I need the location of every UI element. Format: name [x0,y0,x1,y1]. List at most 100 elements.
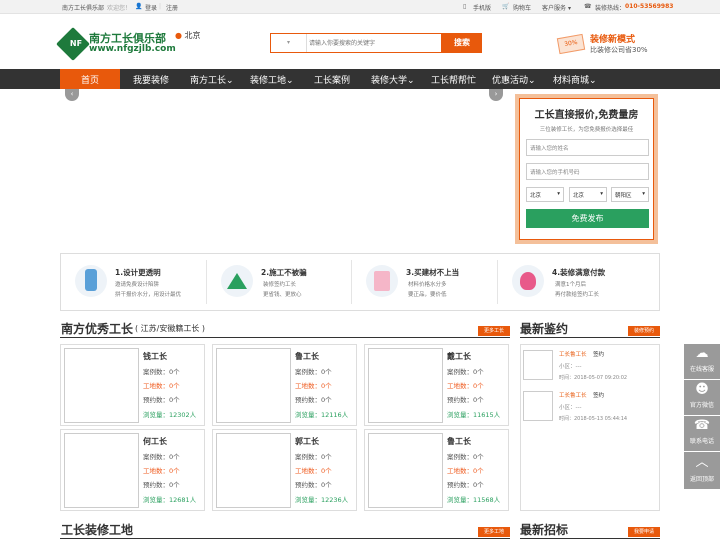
more-sites-button[interactable]: 更多工地 [478,527,510,537]
design-icon [75,265,107,297]
nav-item-promotions[interactable]: 优惠活动⌄ [492,73,536,86]
chevron-down-icon: ⌄ [226,76,234,86]
location-pin-icon: ● [175,31,182,40]
main-nav: 首页 我要装修 南方工长⌄ 装修工地⌄ 工长案例 装修大学⌄ 工长帮帮忙 优惠活… [0,69,720,89]
online-service-tool[interactable]: ☁ 在线客服 [684,344,720,379]
register-link[interactable]: 注册 [166,3,178,12]
site-count: 工地数：0个 [295,467,332,475]
foremen-section-title: 南方优秀工长 [61,322,134,336]
nav-item-cases[interactable]: 工长案例 [314,73,350,86]
chat-icon: ☁ [695,346,709,361]
booking-count: 预约数：0个 [143,481,180,489]
feature-line: 装修签约工长 [263,282,297,288]
submit-quote-button[interactable]: 免费发布 [526,209,649,228]
appraisal-time: 时间：2018-05-07 09:20:02 [559,375,628,381]
foreman-photo [64,348,139,423]
divider [497,260,498,304]
appraisal-photo [523,350,553,380]
back-to-top-tool[interactable]: ︿ 返回顶部 [684,452,720,489]
case-count: 案例数：0个 [447,453,484,461]
site-count: 工地数：0个 [447,467,484,475]
telephone-icon: ☎ [693,418,711,433]
foreman-card[interactable]: 戴工长 案例数：0个 工地数：0个 预约数：0个 浏览量：11615人 [364,344,509,426]
divider [351,260,352,304]
recruit-section-title: 最新招标 [520,523,569,537]
search-category-dropdown[interactable]: ▾ [271,34,307,52]
booking-count: 预约数：0个 [447,396,484,404]
nav-item-home[interactable]: 首页 [81,73,99,86]
view-count: 浏览量：12116人 [295,411,349,419]
appraisal-area: 小区：--- [559,364,582,370]
name-input[interactable]: 请输入您的姓名 [526,139,649,156]
hotline-icon: ☎ [584,3,592,10]
case-count: 案例数：0个 [447,368,484,376]
chevron-down-icon: ⌄ [286,76,294,86]
foreman-card[interactable]: 钱工长 案例数：0个 工地数：0个 预约数：0个 浏览量：12302人 [60,344,205,426]
nav-item-renovate[interactable]: 我要装修 [133,73,169,86]
site-name-link[interactable]: 南方工长俱乐部 [62,3,104,12]
foreman-photo [368,433,443,508]
phone-tool[interactable]: ☎ 联系电话 [684,416,720,451]
mobile-link[interactable]: 手机版 [473,3,491,12]
foreman-photo [64,433,139,508]
nav-item-sites[interactable]: 装修工地⌄ [250,73,294,86]
nav-item-help[interactable]: 工长帮帮忙 [431,73,476,86]
nav-label: 优惠活动 [492,76,529,86]
view-count: 浏览量：11615人 [447,411,501,419]
case-count: 案例数：0个 [143,368,180,376]
nav-label: 装修工地 [250,76,287,86]
foreman-card[interactable]: 鲁工长 案例数：0个 工地数：0个 预约数：0个 浏览量：11568人 [364,429,509,511]
city-selector[interactable]: ● 北京 [175,30,201,41]
section-divider [60,538,510,539]
login-link[interactable]: 登录 [145,3,157,12]
banner-carousel[interactable] [60,89,510,245]
section-divider [60,337,510,338]
tool-label: 官方微信 [689,402,714,409]
foreman-card[interactable]: 郭工长 案例数：0个 工地数：0个 预约数：0个 浏览量：12236人 [212,429,357,511]
feature-title: 2.施工不被骗 [261,268,307,277]
foreman-card[interactable]: 鲁工长 案例数：0个 工地数：0个 预约数：0个 浏览量：12116人 [212,344,357,426]
chevron-down-icon: ⌄ [589,76,597,86]
foreman-card[interactable]: 何工长 案例数：0个 工地数：0个 预约数：0个 浏览量：12681人 [60,429,205,511]
feature-line: 材料价格水分多 [408,282,447,288]
view-count: 浏览量：12236人 [295,496,349,504]
city-select[interactable]: 北京 ▾ [569,187,607,202]
divider [206,260,207,304]
city-value: 北京 [573,193,585,199]
service-label: 客户服务 [542,5,567,12]
booking-button[interactable]: 装修预约 [628,326,660,336]
phone-input[interactable]: 请输入您的手机号码 [526,163,649,180]
nav-item-mall[interactable]: 材料商城⌄ [553,73,597,86]
chevron-down-icon: ▾ [567,5,571,12]
chevron-down-icon: ▾ [286,39,290,46]
cart-link[interactable]: 购物车 [513,3,531,12]
promo-badge: 30% [556,33,586,55]
apply-button[interactable]: 我要申请 [628,527,660,537]
feature-title: 3.买建材不上当 [406,268,460,277]
promo-subtitle: 比装修公司省30% [590,46,648,54]
foreman-name: 戴工长 [447,352,471,361]
nav-item-university[interactable]: 装修大学⌄ [371,73,415,86]
sites-section-title: 工长装修工地 [61,523,134,537]
search-input[interactable] [309,36,439,50]
case-count: 案例数：0个 [295,368,332,376]
user-icon: 👤 [135,3,143,10]
foreman-name: 郭工长 [295,437,319,446]
view-count: 浏览量：12681人 [143,496,197,504]
service-menu[interactable]: 客户服务 ▾ [542,3,571,12]
province-select[interactable]: 北京 ▾ [526,187,564,202]
foreman-name: 鲁工长 [447,437,471,446]
appraisal-photo [523,391,553,421]
welcome-text: 欢迎您！ [107,5,132,12]
nav-item-foremen[interactable]: 南方工长⌄ [190,73,234,86]
feature-line: 满意1个月后 [555,282,586,288]
wechat-icon: ☻ [695,382,709,397]
case-count: 案例数：0个 [295,453,332,461]
more-foremen-button[interactable]: 更多工长 [478,326,510,336]
site-count: 工地数：0个 [143,467,180,475]
wechat-tool[interactable]: ☻ 官方微信 [684,380,720,415]
section-divider [520,337,660,338]
search-button[interactable]: 搜索 [442,33,482,53]
tool-label: 在线客服 [689,366,714,373]
district-select[interactable]: 朝阳区 ▾ [611,187,649,202]
